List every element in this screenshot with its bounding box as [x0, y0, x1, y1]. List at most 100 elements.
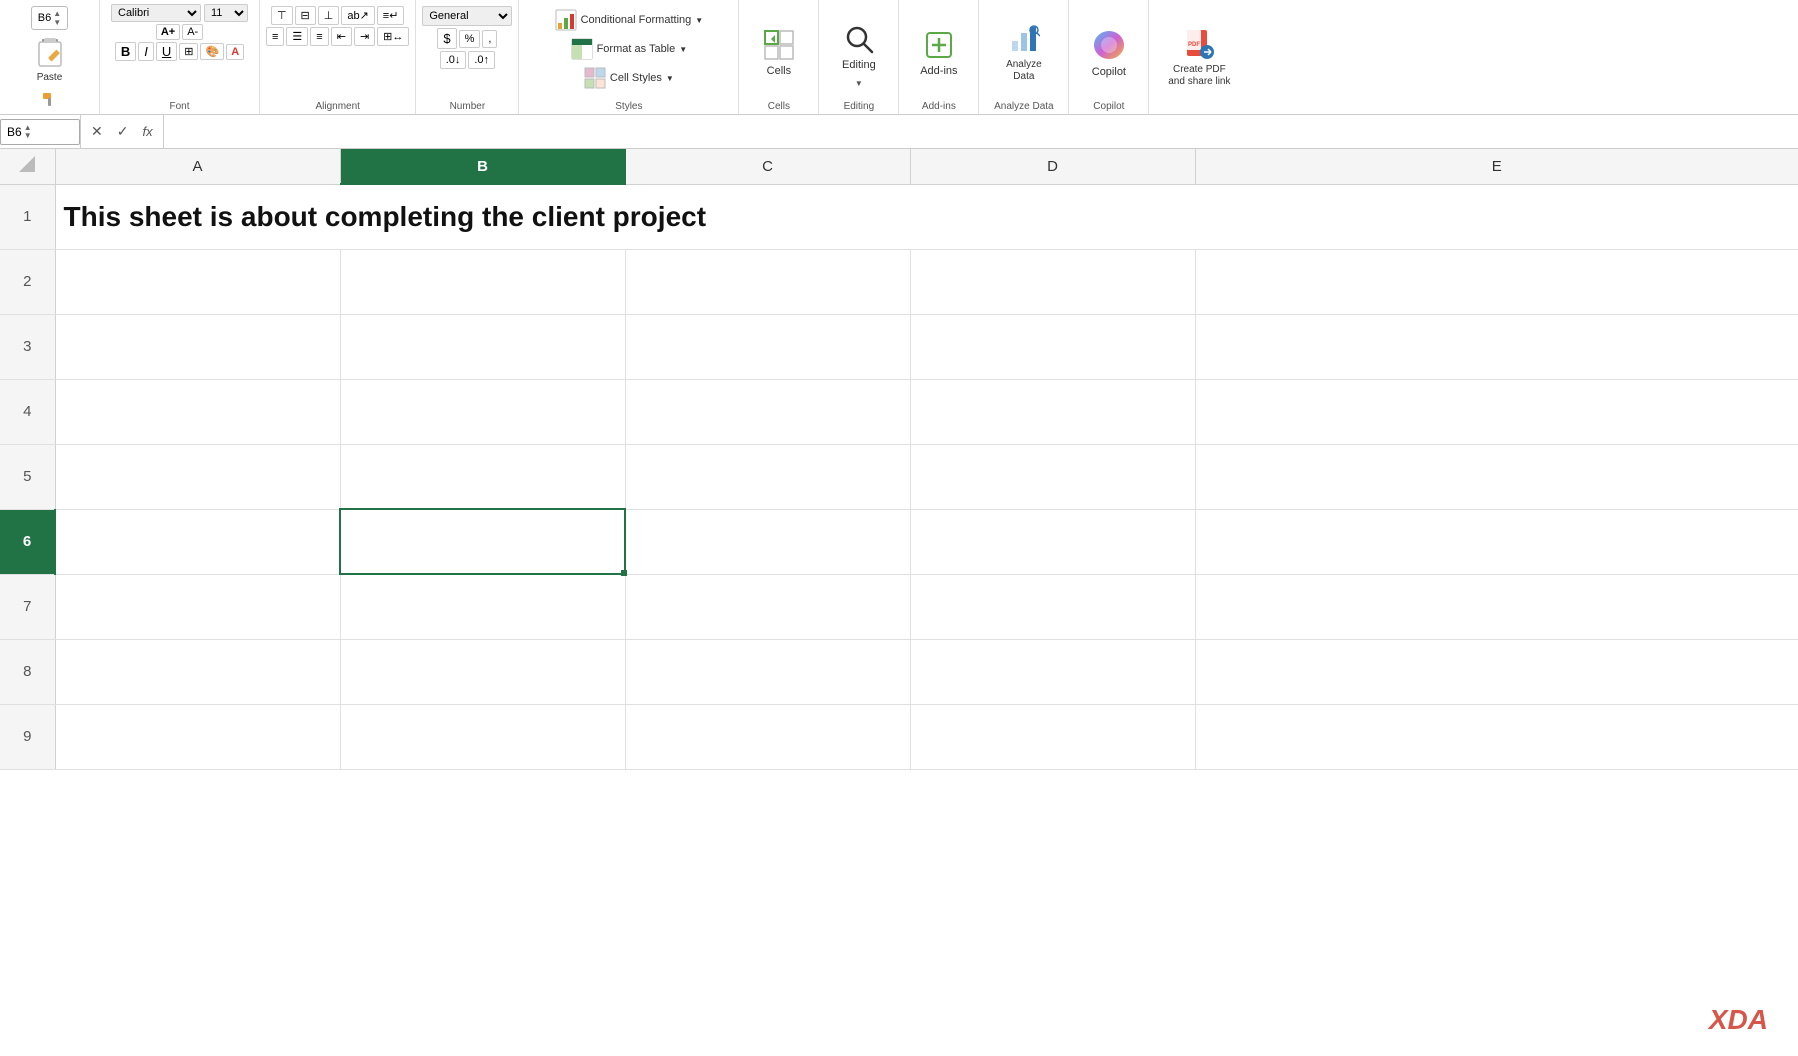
merge-center-button[interactable]: ⊞↔	[377, 27, 409, 46]
addins-button[interactable]: Add-ins	[912, 23, 965, 83]
cell-E8[interactable]	[1195, 639, 1798, 704]
cell-reference-box[interactable]: B6 ▲ ▼	[0, 119, 80, 145]
font-size-select[interactable]: 11	[204, 4, 248, 22]
col-header-A[interactable]: A	[55, 149, 340, 184]
wrap-text-button[interactable]: ≡↵	[377, 6, 405, 25]
confirm-formula-button[interactable]: ✓	[113, 121, 133, 142]
format-painter-button[interactable]	[39, 89, 61, 115]
font-color-button[interactable]: A	[226, 44, 244, 60]
cells-button[interactable]: Cells	[755, 23, 803, 83]
cell-C6[interactable]	[625, 509, 910, 574]
cell-A5[interactable]	[55, 444, 340, 509]
cell-B9[interactable]	[340, 704, 625, 769]
create-pdf-button[interactable]: PDF Create PDF and share link	[1160, 24, 1238, 92]
cell-B6-active[interactable]	[340, 509, 625, 574]
insert-function-button[interactable]: fx	[138, 122, 156, 141]
cell-A7[interactable]	[55, 574, 340, 639]
paste-button[interactable]: Paste	[28, 34, 72, 85]
cell-A3[interactable]	[55, 314, 340, 379]
cell-C7[interactable]	[625, 574, 910, 639]
row-num-6[interactable]: 6	[0, 509, 55, 574]
addins-footer-label: Add-ins	[922, 99, 956, 114]
align-right-button[interactable]: ≡	[310, 27, 328, 46]
row-num-7[interactable]: 7	[0, 574, 55, 639]
row-num-4[interactable]: 4	[0, 379, 55, 444]
cell-D9[interactable]	[910, 704, 1195, 769]
editing-button[interactable]: Editing	[834, 17, 884, 77]
cell-A9[interactable]	[55, 704, 340, 769]
row-num-3[interactable]: 3	[0, 314, 55, 379]
cell-E5[interactable]	[1195, 444, 1798, 509]
row-num-2[interactable]: 2	[0, 249, 55, 314]
col-header-B[interactable]: B	[340, 149, 625, 184]
formula-input[interactable]	[164, 122, 1798, 141]
align-left-button[interactable]: ≡	[266, 27, 284, 46]
increase-indent-button[interactable]: ⇥	[354, 27, 375, 46]
row-num-5[interactable]: 5	[0, 444, 55, 509]
cell-D8[interactable]	[910, 639, 1195, 704]
fill-color-button[interactable]: 🎨	[200, 43, 224, 60]
font-name-select[interactable]: Calibri	[111, 4, 201, 22]
cell-B2[interactable]	[340, 249, 625, 314]
decrease-decimal-button[interactable]: .0↓	[440, 51, 467, 69]
border-button[interactable]: ⊞	[179, 43, 198, 60]
increase-font-button[interactable]: A+	[156, 24, 180, 40]
italic-button[interactable]: I	[138, 42, 154, 61]
cell-B3[interactable]	[340, 314, 625, 379]
copilot-button[interactable]: Copilot	[1084, 23, 1134, 83]
comma-button[interactable]: ,	[482, 30, 497, 48]
cell-E4[interactable]	[1195, 379, 1798, 444]
cell-styles-button[interactable]: Cell Styles ▼	[579, 64, 679, 92]
cell-B5[interactable]	[340, 444, 625, 509]
cell-A4[interactable]	[55, 379, 340, 444]
decrease-indent-button[interactable]: ⇤	[331, 27, 352, 46]
cell-C3[interactable]	[625, 314, 910, 379]
name-box[interactable]: B6 ▲▼	[31, 6, 68, 30]
cell-D4[interactable]	[910, 379, 1195, 444]
cell-C9[interactable]	[625, 704, 910, 769]
cell-D7[interactable]	[910, 574, 1195, 639]
cell-E2[interactable]	[1195, 249, 1798, 314]
format-as-table-button[interactable]: Format as Table ▼	[566, 35, 693, 63]
conditional-formatting-button[interactable]: Conditional Formatting ▼	[550, 6, 709, 34]
cell-D6[interactable]	[910, 509, 1195, 574]
col-header-D[interactable]: D	[910, 149, 1195, 184]
cell-D5[interactable]	[910, 444, 1195, 509]
align-middle-button[interactable]: ⊟	[295, 6, 316, 25]
analyze-data-button[interactable]: Analyze Data	[998, 19, 1050, 87]
currency-button[interactable]: $	[437, 28, 456, 49]
cell-E9[interactable]	[1195, 704, 1798, 769]
col-header-E[interactable]: E	[1195, 149, 1798, 184]
percent-button[interactable]: %	[459, 30, 481, 48]
cell-C2[interactable]	[625, 249, 910, 314]
cell-B7[interactable]	[340, 574, 625, 639]
cell-E6[interactable]	[1195, 509, 1798, 574]
cell-C8[interactable]	[625, 639, 910, 704]
cell-E7[interactable]	[1195, 574, 1798, 639]
row-num-1[interactable]: 1	[0, 184, 55, 249]
align-center-button[interactable]: ☰	[286, 27, 308, 46]
cancel-formula-button[interactable]: ✕	[87, 121, 107, 142]
row-num-9[interactable]: 9	[0, 704, 55, 769]
cell-C5[interactable]	[625, 444, 910, 509]
bold-button[interactable]: B	[115, 42, 136, 61]
row-num-8[interactable]: 8	[0, 639, 55, 704]
increase-decimal-button[interactable]: .0↑	[468, 51, 495, 69]
cell-A1[interactable]: This sheet is about completing the clien…	[55, 184, 1798, 249]
number-format-select[interactable]: General	[422, 6, 512, 26]
cell-C4[interactable]	[625, 379, 910, 444]
col-header-C[interactable]: C	[625, 149, 910, 184]
decrease-font-button[interactable]: A-	[182, 24, 203, 40]
cell-D2[interactable]	[910, 249, 1195, 314]
cell-B8[interactable]	[340, 639, 625, 704]
align-top-button[interactable]: ⊤	[271, 6, 293, 25]
cell-A2[interactable]	[55, 249, 340, 314]
underline-button[interactable]: U	[156, 42, 177, 61]
cell-A6[interactable]	[55, 509, 340, 574]
align-bottom-button[interactable]: ⊥	[318, 6, 340, 25]
cell-D3[interactable]	[910, 314, 1195, 379]
cell-B4[interactable]	[340, 379, 625, 444]
cell-E3[interactable]	[1195, 314, 1798, 379]
orientation-button[interactable]: ab↗	[341, 6, 374, 25]
cell-A8[interactable]	[55, 639, 340, 704]
